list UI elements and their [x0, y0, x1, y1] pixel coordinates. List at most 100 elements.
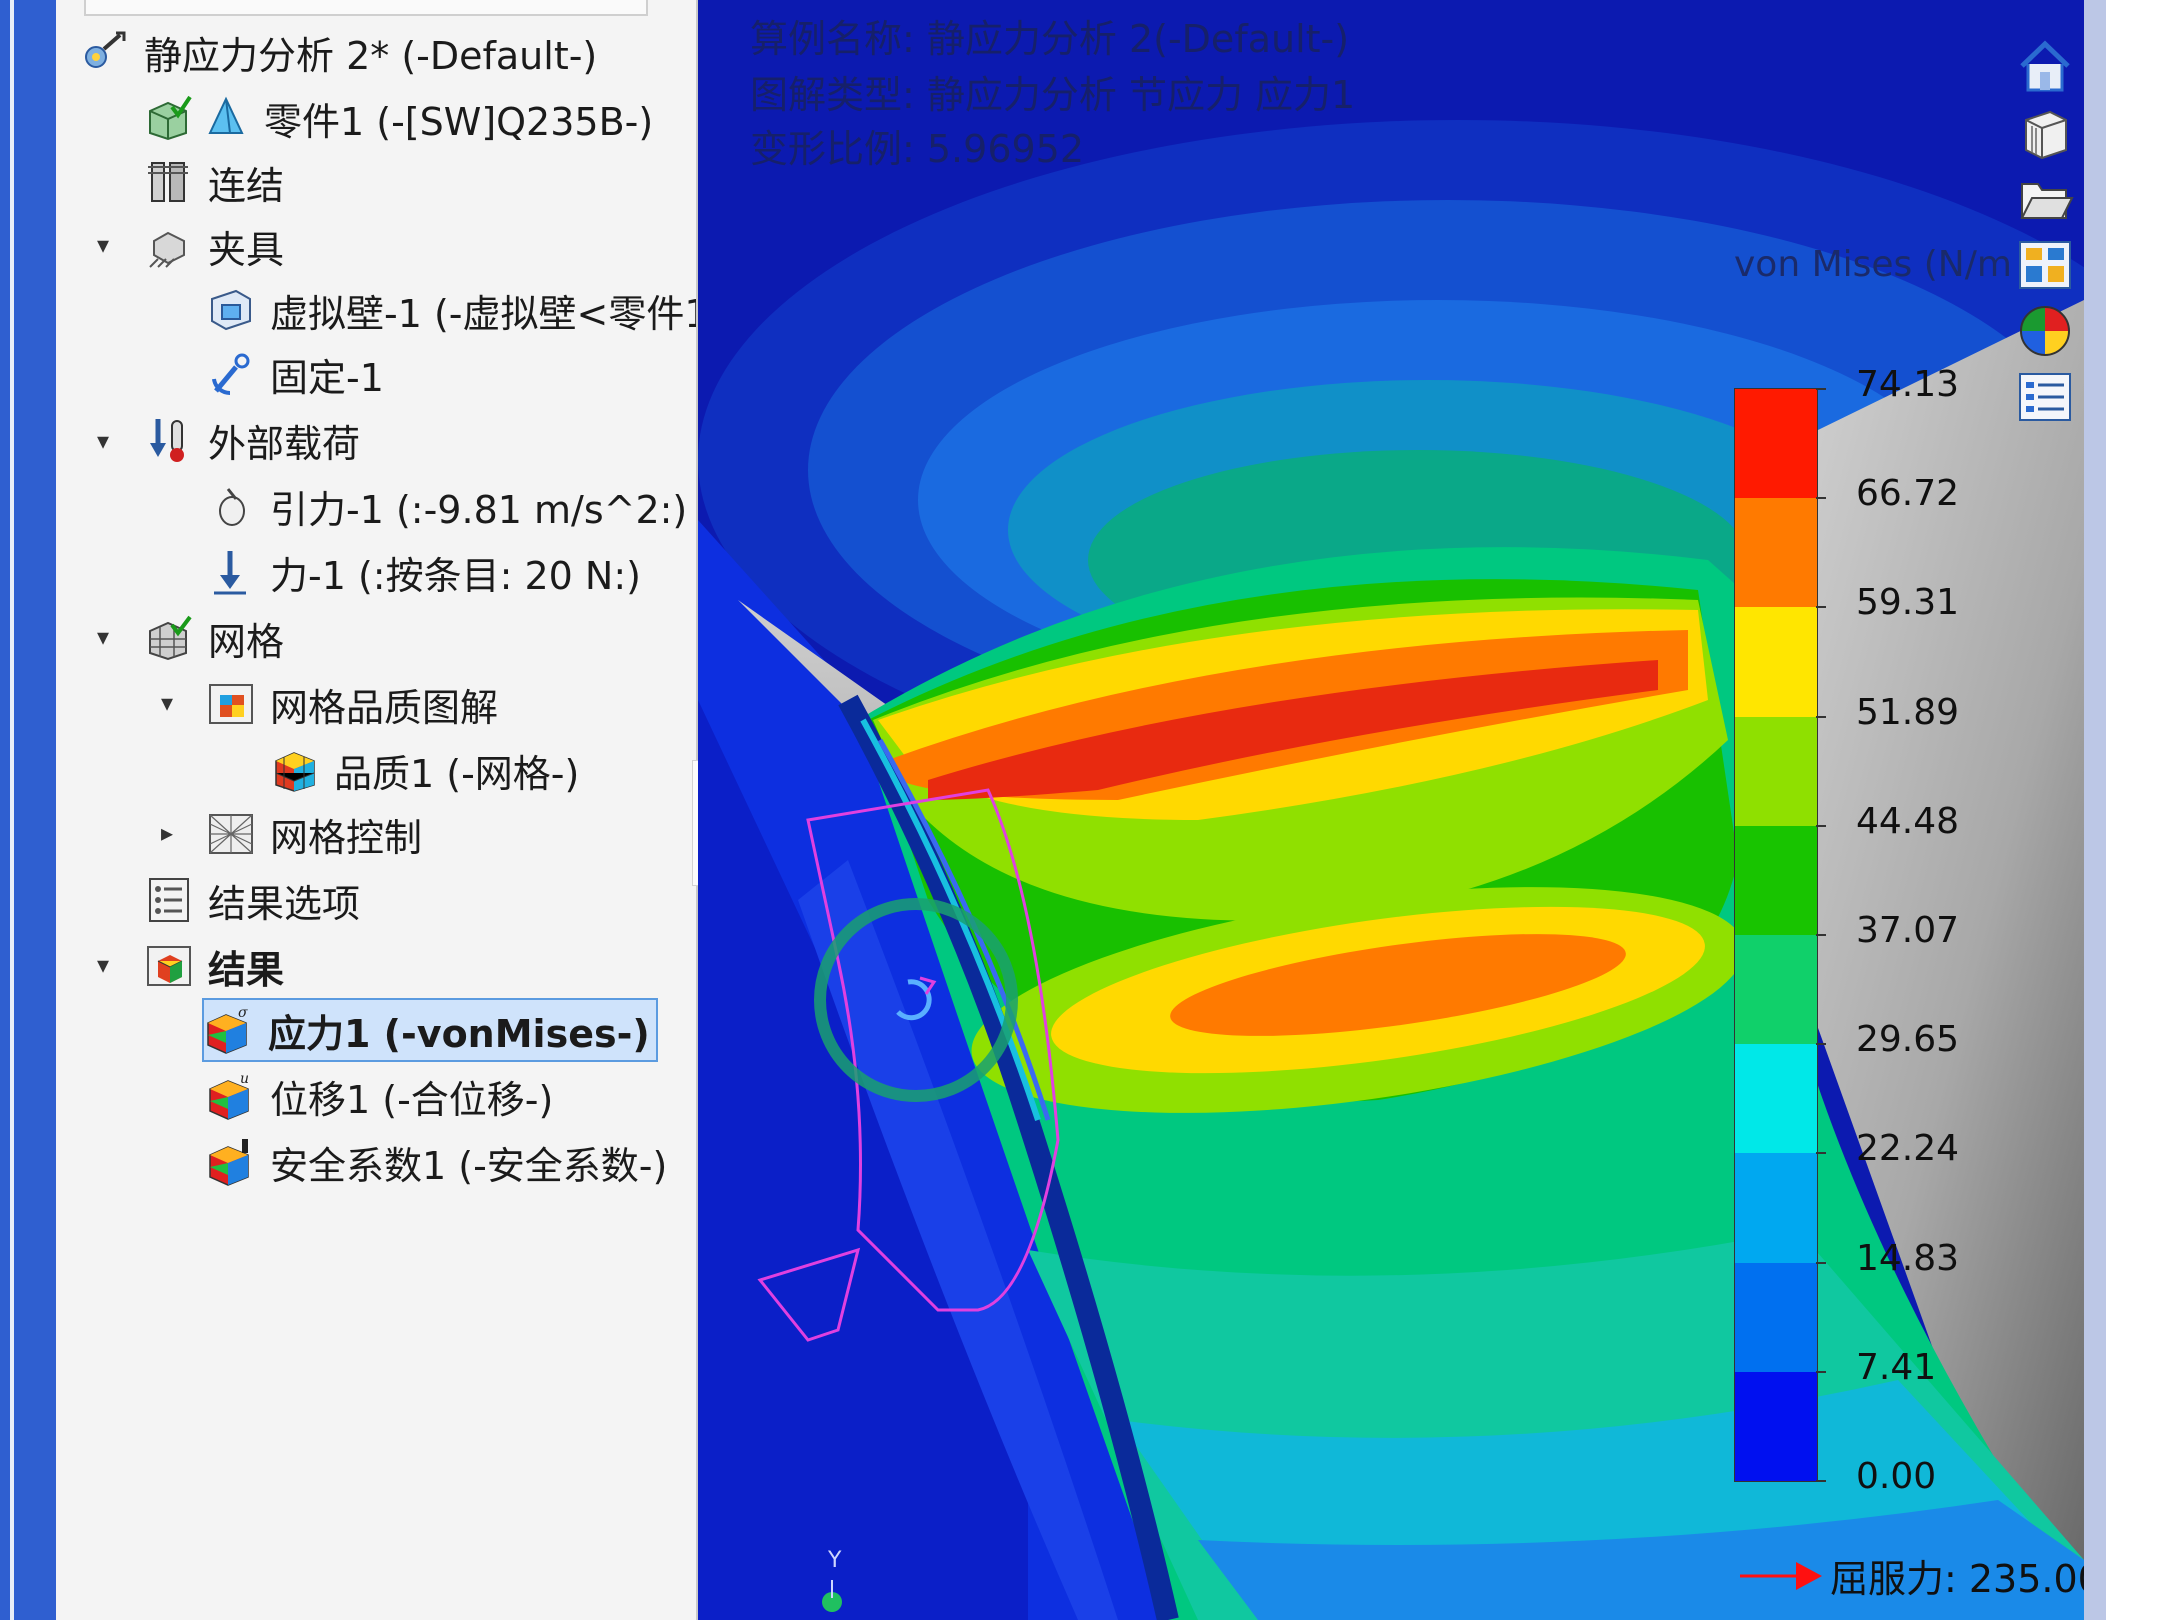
properties-list-icon [2019, 373, 2071, 421]
fixtures-icon [144, 221, 194, 271]
plot-type-label: 图解类型: 静应力分析 节应力 应力1 [750, 73, 1356, 117]
tree-header-bar [84, 0, 648, 16]
legend-color-band [1735, 389, 1817, 499]
collapse-toggle[interactable]: ▾ [154, 689, 180, 717]
fixed-icon [206, 349, 256, 399]
tree-item-label: 安全系数1 (-安全系数-) [270, 1143, 668, 1188]
properties-list-button[interactable] [2012, 366, 2078, 428]
tree-item-study[interactable]: 静应力分析 2* (-Default-) [80, 24, 597, 80]
window-frame-left [0, 0, 56, 1620]
legend-tick-mark [1816, 388, 1826, 390]
legend-color-band [1735, 1153, 1817, 1263]
tree-item-label: 夹具 [208, 227, 285, 272]
legend-tick-label: 59.31 [1856, 582, 1960, 624]
desktop-edge [2106, 0, 2164, 1620]
tree-item-displacement[interactable]: u 位移1 (-合位移-) [206, 1068, 553, 1124]
tree-item-label: 引力-1 (:-9.81 m/s^2:) [270, 487, 688, 532]
tree-item-label: 网格控制 [270, 815, 423, 860]
plot-folder-icon [206, 679, 256, 729]
svg-text:σ: σ [238, 1005, 248, 1021]
legend-color-band [1735, 498, 1817, 608]
appearance-button[interactable] [2012, 300, 2078, 362]
tree-item-result-options[interactable]: 结果选项 [144, 872, 360, 928]
tree-item-stress[interactable]: σ 应力1 (-vonMises-) [202, 998, 658, 1062]
view-orientation-icon [2025, 110, 2067, 160]
tree-item-label: 位移1 (-合位移-) [270, 1077, 554, 1122]
legend-tick-label: 66.72 [1856, 473, 1960, 515]
legend-tick-label: 51.89 [1856, 691, 1960, 733]
tree-item-connections[interactable]: 连结 [144, 154, 284, 210]
force-arrow-icon [206, 547, 256, 597]
part-mesh-icon [144, 93, 194, 143]
tree-item-virtual-wall[interactable]: 虚拟壁-1 (-虚拟壁<零件1 [206, 282, 696, 338]
expand-toggle[interactable]: ▸ [154, 819, 180, 847]
legend-tick-mark [1816, 715, 1826, 718]
mesh-control-icon [206, 809, 256, 859]
connections-icon [144, 157, 194, 207]
tree-item-label: 网格品质图解 [270, 685, 499, 730]
legend-color-band [1735, 1371, 1817, 1481]
legend-tick-mark [1816, 1152, 1826, 1155]
stress-legend-colorbar[interactable] [1734, 388, 1818, 1482]
legend-color-band [1735, 1262, 1817, 1372]
collapse-toggle[interactable]: ▾ [90, 427, 116, 455]
simulation-study-tree: 静应力分析 2* (-Default-) 零件1 (-[SW]Q235B-) 连… [56, 0, 698, 1620]
legend-tick-label: 0.00 [1856, 1456, 1937, 1497]
collapse-toggle[interactable]: ▾ [90, 231, 116, 259]
tree-item-part[interactable]: 零件1 (-[SW]Q235B-) [144, 90, 653, 146]
legend-tick-label: 14.83 [1856, 1237, 1960, 1279]
tree-item-results[interactable]: 结果 [144, 938, 284, 994]
legend-tick-mark [1816, 497, 1826, 500]
tree-item-label: 外部载荷 [208, 421, 361, 466]
legend-tick-mark [1816, 1043, 1826, 1046]
virtual-wall-icon [206, 285, 256, 335]
home-icon [2020, 40, 2070, 92]
legend-tick-label: 74.13 [1856, 364, 1960, 405]
deformation-scale-label: 变形比例: 5.96952 [750, 127, 1085, 171]
legend-color-band [1735, 934, 1817, 1045]
tree-item-mesh-control[interactable]: 网格控制 [206, 806, 422, 862]
legend-tick-label: 22.24 [1856, 1128, 1960, 1170]
legend-color-band [1735, 825, 1817, 935]
legend-tick-mark [1816, 606, 1826, 609]
tree-item-label: 网格 [208, 619, 285, 664]
legend-tick-label: 29.65 [1856, 1019, 1960, 1061]
task-pane-toolbar [2012, 36, 2082, 432]
tree-item-fixtures[interactable]: 夹具 [144, 218, 284, 274]
legend-tick-mark [1816, 824, 1826, 827]
tree-item-fixed[interactable]: 固定-1 [206, 346, 384, 402]
legend-tick-label: 44.48 [1856, 800, 1960, 842]
view-orientation-button[interactable] [2012, 102, 2078, 164]
svg-text:u: u [240, 1071, 249, 1087]
tree-item-mesh[interactable]: 网格 [144, 610, 284, 666]
legend-tick-mark [1816, 934, 1826, 936]
tree-item-quality[interactable]: 品质1 (-网格-) [270, 742, 579, 798]
tree-item-external-loads[interactable]: 外部载荷 [144, 412, 360, 468]
display-manager-button[interactable] [2012, 234, 2078, 296]
tree-item-label: 结果选项 [208, 881, 361, 926]
tree-item-label: 静应力分析 2* (-Default-) [144, 33, 598, 78]
study-icon [80, 27, 130, 77]
legend-title: von Mises (N/m [1734, 244, 2012, 285]
legend-tick-mark [1816, 1370, 1826, 1373]
frame-highlight [10, 0, 14, 1620]
window-frame-right [2084, 0, 2106, 1620]
home-button[interactable] [2012, 36, 2078, 98]
legend-tick-label: 37.07 [1856, 910, 1960, 951]
tree-item-label: 应力1 (-vonMises-) [268, 1011, 650, 1056]
tree-item-label: 品质1 (-网格-) [334, 751, 580, 796]
open-icon [2020, 183, 2074, 219]
open-button[interactable] [2012, 168, 2078, 230]
stress-plot-icon: σ [204, 1005, 254, 1055]
legend-tick-mark [1816, 1480, 1826, 1482]
legend-color-band [1735, 716, 1817, 826]
collapse-toggle[interactable]: ▾ [90, 951, 116, 979]
collapse-toggle[interactable]: ▾ [90, 623, 116, 651]
tree-item-factor-of-safety[interactable]: 安全系数1 (-安全系数-) [206, 1134, 667, 1190]
tree-item-gravity[interactable]: 引力-1 (:-9.81 m/s^2:) [206, 478, 687, 534]
yield-strength-label: 屈服力: 235.00 [1830, 1557, 2102, 1601]
gravity-icon [206, 481, 256, 531]
tree-item-mesh-quality-plot[interactable]: 网格品质图解 [206, 676, 498, 732]
tree-item-force[interactable]: 力-1 (:按条目: 20 N:) [206, 544, 641, 600]
part-icon [200, 93, 250, 143]
